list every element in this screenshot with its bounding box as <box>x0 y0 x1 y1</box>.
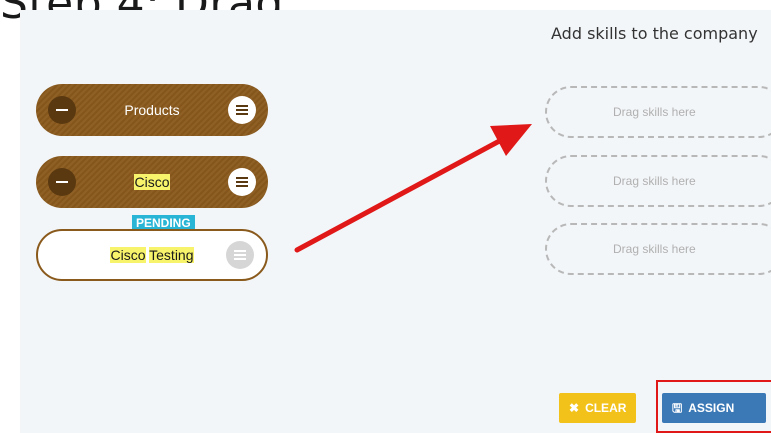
annotation-highlight-box <box>656 380 771 433</box>
clear-button[interactable]: ✖ CLEAR <box>559 393 637 423</box>
annotation-arrow-icon <box>294 124 532 253</box>
clear-label: CLEAR <box>585 401 627 415</box>
x-icon: ✖ <box>569 401 580 415</box>
